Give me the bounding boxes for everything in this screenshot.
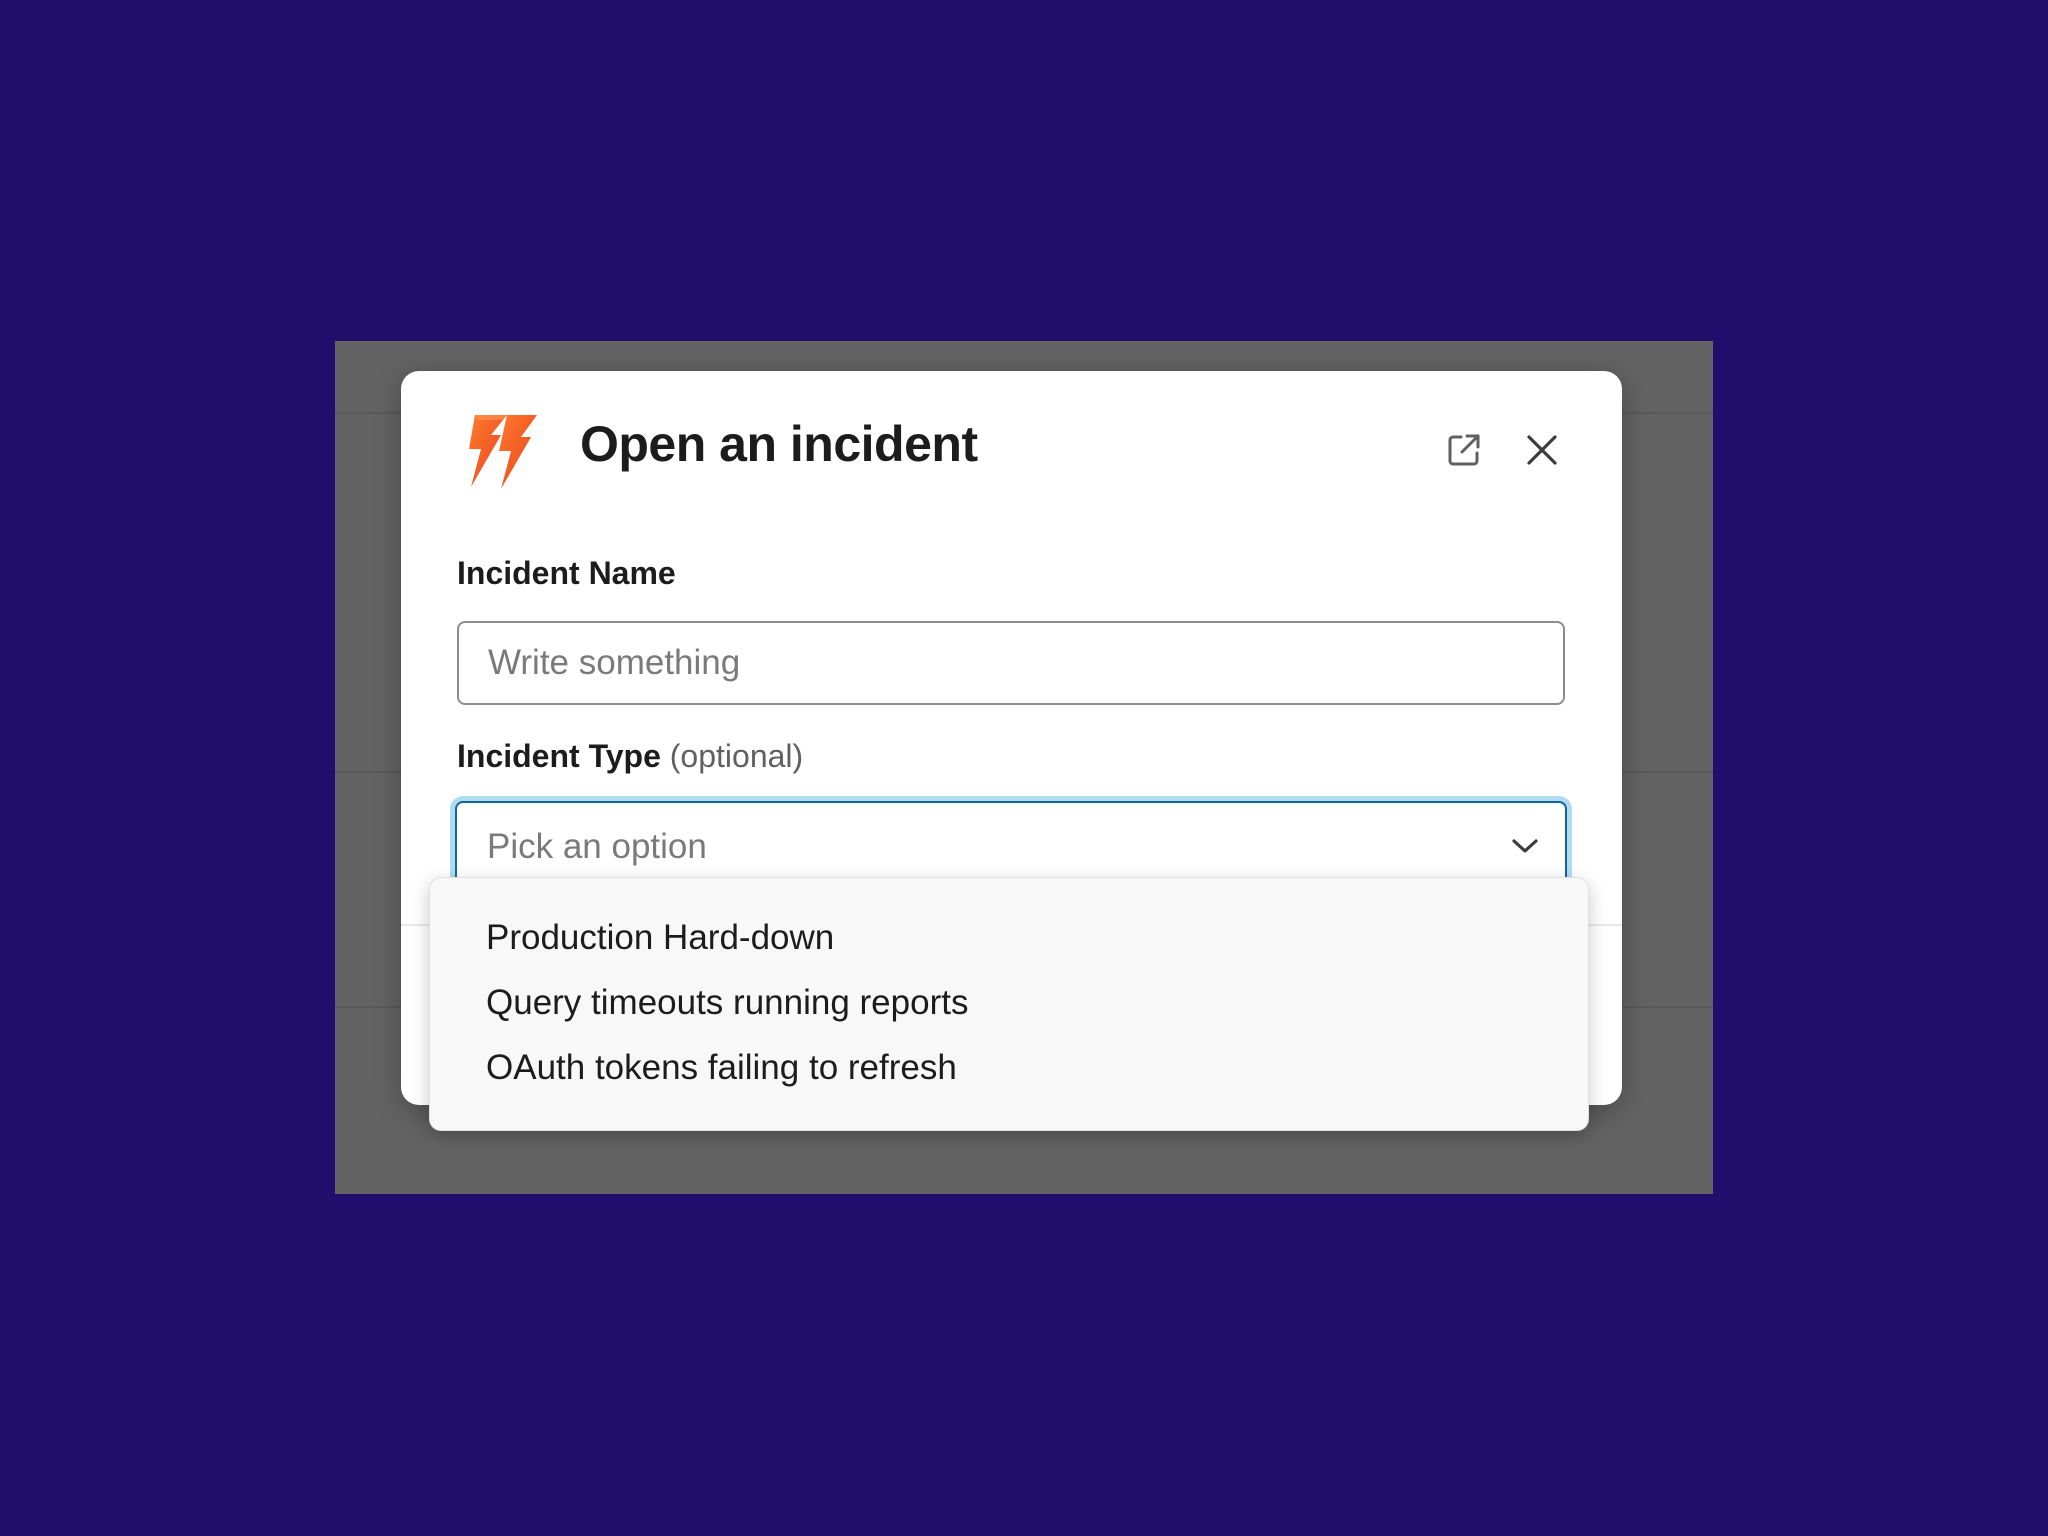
lightning-bolts-logo [457,409,543,495]
chevron-down-icon [1511,835,1539,857]
close-icon [1525,433,1559,472]
modal-title: Open an incident [580,416,978,472]
close-button[interactable] [1514,424,1570,480]
optional-hint: (optional) [669,738,804,774]
dropdown-option-query-timeouts[interactable]: Query timeouts running reports [486,983,968,1023]
external-link-icon [1445,431,1483,474]
popout-button[interactable] [1436,424,1492,480]
modal-header: Open an incident [401,371,1622,531]
incident-type-label: Incident Type (optional) [457,738,803,775]
dropdown-option-oauth-tokens[interactable]: OAuth tokens failing to refresh [486,1048,957,1088]
incident-name-label: Incident Name [457,555,676,591]
incident-type-label-text: Incident Type [457,738,661,774]
incident-name-input[interactable] [457,621,1565,705]
dropdown-option-production-hard-down[interactable]: Production Hard-down [486,918,834,958]
incident-type-dropdown-menu: Production Hard-down Query timeouts runn… [429,877,1589,1131]
select-placeholder: Pick an option [487,827,707,866]
